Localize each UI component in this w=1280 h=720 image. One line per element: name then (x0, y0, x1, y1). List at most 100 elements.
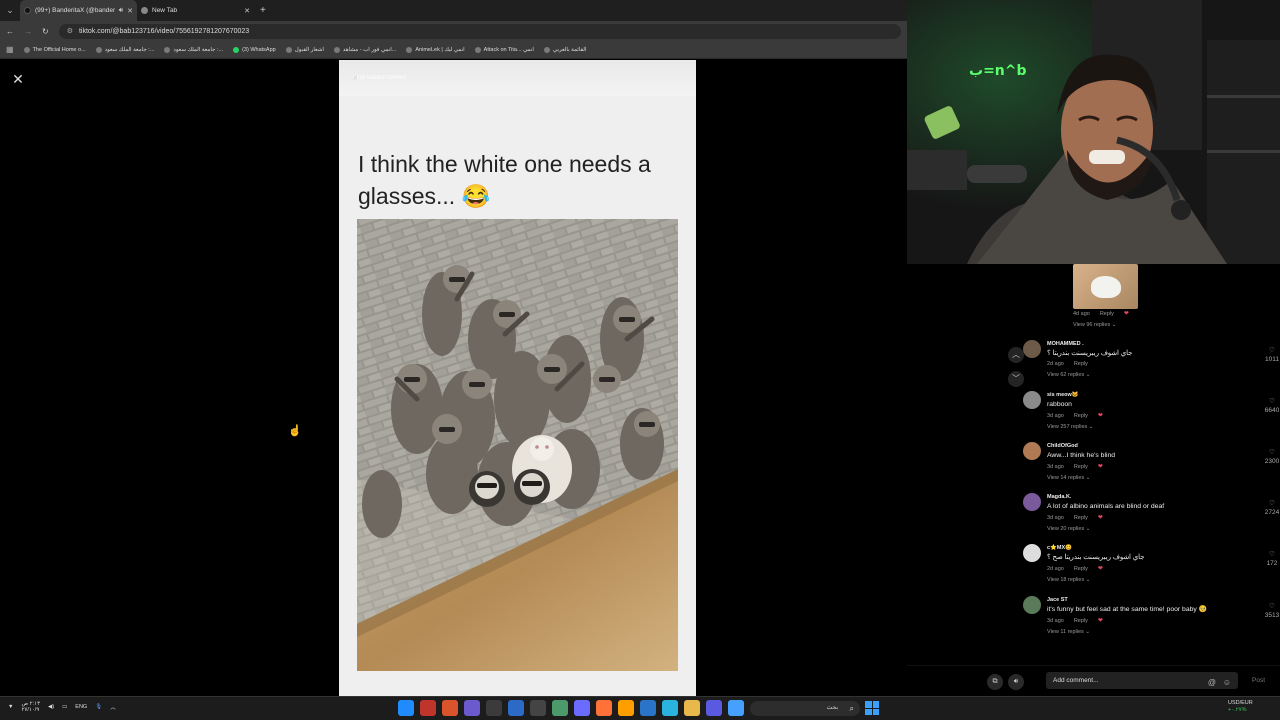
tab-new-tab[interactable]: New Tab ✕ (137, 0, 254, 21)
bookmark-item[interactable]: اشعار القبول (285, 46, 324, 53)
view-replies-link[interactable]: View 257 replies ⌄ (1047, 424, 1272, 430)
video-player[interactable]: Find related content ⌕ I think the white… (339, 60, 696, 696)
previous-video-chevron-up-icon[interactable]: ︿ (1008, 347, 1024, 363)
comment-author[interactable]: MOHAMMED . (1047, 340, 1272, 349)
close-icon[interactable]: ✕ (10, 71, 26, 87)
view-replies-link[interactable]: View 11 replies ⌄ (1047, 629, 1272, 635)
avatar[interactable] (1023, 442, 1041, 460)
like-button[interactable]: ♡ 2300 (1259, 448, 1280, 466)
comment-author[interactable]: Jace ST (1047, 596, 1272, 605)
view-replies-link[interactable]: View 18 replies ⌄ (1047, 577, 1272, 583)
bookmark-item[interactable]: (3) WhatsApp (233, 46, 276, 53)
reply-button[interactable]: Reply (1074, 566, 1088, 572)
display-icon[interactable]: ▭ (62, 704, 67, 710)
close-tab-icon[interactable]: ✕ (127, 7, 133, 15)
add-comment-input[interactable]: Add comment... @ ☺ (1046, 672, 1238, 689)
bookmarks-bar: ▦ The Official Home o... جامعة الملك سعو… (0, 41, 907, 59)
bookmark-item[interactable]: القائمة بالعربي (543, 46, 586, 53)
bookmark-item[interactable]: Attack on Tita... انمي (474, 46, 534, 53)
bookmark-item[interactable]: AnimeLek | انمي ليك (406, 46, 465, 53)
emoji-icon[interactable]: ☺ (1223, 674, 1231, 691)
app-icon[interactable] (508, 700, 524, 716)
taskbar-search[interactable]: بحث ⌕ (750, 701, 860, 716)
tab-tiktok[interactable]: (99+) BanderitaX (@bander... 🔊︎ ✕ (20, 0, 137, 21)
close-tab-icon[interactable]: ✕ (244, 7, 250, 15)
app-icon[interactable] (574, 700, 590, 716)
search-icon[interactable]: ⌕ (353, 72, 682, 83)
app-icon[interactable] (618, 700, 634, 716)
app-icon[interactable] (420, 700, 436, 716)
app-icon[interactable] (530, 700, 546, 716)
microphone-icon[interactable]: 🎙︎ (95, 704, 102, 710)
app-icon[interactable] (552, 700, 568, 716)
avatar[interactable] (1023, 493, 1041, 511)
app-icon[interactable] (728, 700, 744, 716)
bookmark-item[interactable]: The Official Home o... (23, 46, 86, 53)
bookmark-label: انمي فور اب - مشاهد... (342, 46, 397, 53)
avatar[interactable] (1023, 391, 1041, 409)
tab-search-chevron-icon[interactable]: ⌄ (0, 0, 20, 21)
reply-button[interactable]: Reply (1074, 361, 1088, 367)
volume-icon[interactable]: 🔊︎ (1008, 674, 1024, 690)
url-field[interactable]: ⚙ tiktok.com/@bab123716/video/7556192781… (58, 23, 901, 39)
comment-author[interactable]: sis meow🐱 (1047, 391, 1272, 400)
avatar[interactable] (1023, 596, 1041, 614)
app-icon[interactable] (596, 700, 612, 716)
like-button[interactable]: ♡ 3513 (1259, 602, 1280, 620)
view-replies-link[interactable]: View 20 replies ⌄ (1047, 526, 1272, 532)
back-icon[interactable]: ← (6, 27, 14, 36)
avatar[interactable] (1023, 340, 1041, 358)
reply-button[interactable]: Reply (1100, 311, 1114, 317)
reply-button[interactable]: Reply (1074, 618, 1088, 624)
forward-icon[interactable]: → (24, 27, 32, 36)
mini-player-icon[interactable]: ⧉ (987, 674, 1003, 690)
app-icon[interactable] (442, 700, 458, 716)
like-button[interactable]: ♡ 172 (1259, 550, 1280, 568)
tiktok-favicon-icon (24, 7, 31, 14)
speaker-icon[interactable]: ◀︎) (48, 704, 54, 710)
currency-widget[interactable]: USD/EUR +٠.٢٧% (1228, 700, 1253, 714)
new-tab-plus-icon[interactable]: + (254, 5, 272, 16)
bookmark-item[interactable]: انمي فور اب - مشاهد... (333, 46, 397, 53)
start-windows-icon[interactable] (865, 701, 879, 715)
app-icon[interactable] (398, 700, 414, 716)
app-icon[interactable] (662, 700, 678, 716)
app-icon[interactable] (464, 700, 480, 716)
app-icon[interactable] (486, 700, 502, 716)
mention-icon[interactable]: @ (1208, 674, 1216, 691)
post-button[interactable]: Post (1252, 677, 1265, 684)
speaker-icon[interactable]: 🔊︎ (119, 7, 123, 15)
bookmark-item[interactable]: جامعة الملك سعود :... (95, 46, 154, 53)
comment-author[interactable]: Magda.K. (1047, 493, 1272, 502)
show-hidden-icons-chevron-icon[interactable]: ︿ (110, 703, 116, 711)
view-replies-link[interactable]: View 62 replies ⌄ (1047, 372, 1272, 378)
reply-button[interactable]: Reply (1074, 515, 1088, 521)
reply-button[interactable]: Reply (1074, 413, 1088, 419)
comment-author[interactable]: c⭐MX😊 (1047, 544, 1272, 553)
bookmark-item[interactable]: جامعة الملك سعود :... (164, 46, 223, 53)
apps-grid-icon[interactable]: ▦ (6, 45, 14, 54)
comment-image-thumbnail[interactable] (1073, 264, 1138, 309)
app-icon[interactable] (706, 700, 722, 716)
like-button[interactable]: ♡ 1011 (1259, 346, 1280, 364)
wifi-icon[interactable]: ▼ (8, 704, 13, 710)
site-info-icon[interactable]: ⚙ (67, 27, 73, 35)
like-button[interactable]: ♡ 6640 (1259, 397, 1280, 415)
reload-icon[interactable]: ↻ (42, 27, 49, 36)
related-search-bar[interactable]: Find related content ⌕ (339, 60, 696, 96)
view-replies-link[interactable]: View 14 replies ⌄ (1047, 475, 1272, 481)
reply-button[interactable]: Reply (1074, 464, 1088, 470)
comment-author[interactable]: ChildOfGod (1047, 442, 1272, 451)
view-replies-link[interactable]: View 96 replies ⌄ (1073, 322, 1116, 328)
webcam-scene: ب=n^b (907, 0, 1280, 264)
bookmark-favicon-icon (23, 46, 30, 53)
like-button[interactable]: ♡ 2724 (1259, 499, 1280, 517)
bookmark-label: Attack on Tita... انمي (483, 46, 534, 53)
app-icon[interactable] (640, 700, 656, 716)
app-icon[interactable] (684, 700, 700, 716)
language-indicator[interactable]: ENG (75, 704, 87, 710)
svg-text:ب=n^b: ب=n^b (969, 63, 1027, 79)
clock[interactable]: ٢:١٣ ص ٢٧/١٠/٩ (21, 701, 40, 713)
next-video-chevron-down-icon[interactable]: ﹀ (1008, 371, 1024, 387)
avatar[interactable] (1023, 544, 1041, 562)
